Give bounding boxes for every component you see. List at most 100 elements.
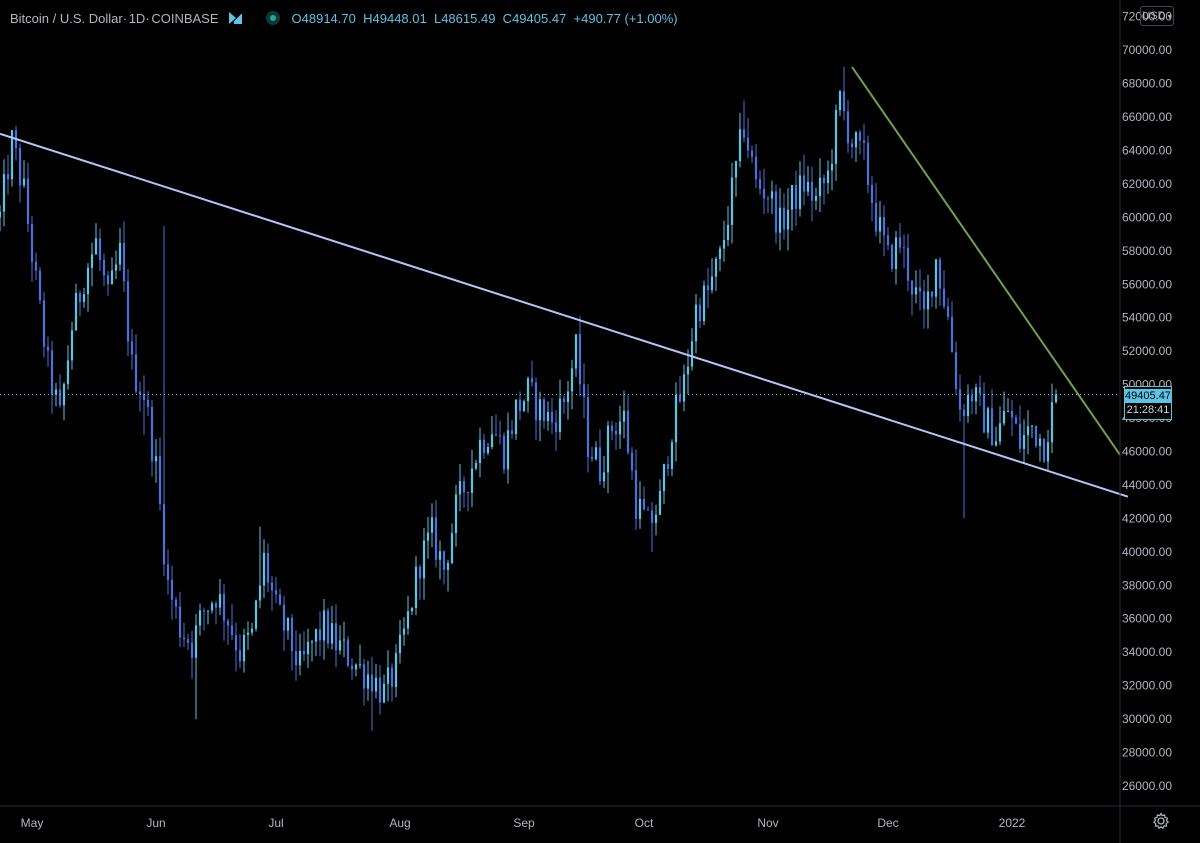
candle-body xyxy=(346,639,350,666)
low-value: 48615.49 xyxy=(441,10,496,26)
candle-body xyxy=(642,498,646,510)
candle-body xyxy=(226,620,230,626)
x-tick-label: May xyxy=(21,816,44,830)
currency-selector[interactable]: USD ▾ xyxy=(1140,6,1174,26)
candle-body xyxy=(734,161,738,178)
candle-body xyxy=(994,441,998,446)
candle-body xyxy=(390,667,394,688)
candle-body xyxy=(50,350,54,395)
y-tick-label: 52000.00 xyxy=(1122,344,1172,358)
candle-body xyxy=(526,378,530,402)
candle-body xyxy=(762,188,766,199)
candle-body xyxy=(714,258,718,277)
price-chart[interactable]: 26000.00 28000.00 30000.00 32000.00 34000.00… xyxy=(0,0,1200,843)
candle-body xyxy=(130,341,134,355)
candle-body xyxy=(874,203,878,232)
candle-body xyxy=(534,382,538,421)
candle-body xyxy=(174,599,178,607)
candle-body xyxy=(1042,438,1046,462)
bar-countdown: 21:28:41 xyxy=(1126,403,1170,416)
gear-icon[interactable] xyxy=(1152,812,1170,830)
y-tick-label: 44000.00 xyxy=(1122,478,1172,492)
candle-body xyxy=(914,287,918,295)
candle-body xyxy=(630,452,634,471)
candle-body xyxy=(86,267,90,295)
candle-body xyxy=(810,181,814,201)
candle-body xyxy=(606,425,610,473)
candle-body xyxy=(506,430,510,470)
candle-body xyxy=(210,603,214,611)
candle-body xyxy=(910,280,914,295)
candle-body xyxy=(186,639,190,643)
candle-body xyxy=(922,291,926,310)
candle-body xyxy=(46,346,50,351)
x-tick-label: Oct xyxy=(635,816,654,830)
open-value: 48914.70 xyxy=(301,10,356,26)
candle-body xyxy=(890,245,894,269)
candle-body xyxy=(430,517,434,533)
candle-body xyxy=(510,430,514,435)
y-tick-label: 66000.00 xyxy=(1122,110,1172,124)
candle-body xyxy=(78,293,82,302)
candle-body xyxy=(846,111,850,144)
candle-body xyxy=(442,551,446,570)
candle-body xyxy=(814,196,818,201)
candle-body xyxy=(122,242,126,282)
candle-body xyxy=(782,207,786,230)
candle-body xyxy=(682,374,686,402)
candle-body xyxy=(230,625,234,636)
candle-body xyxy=(1030,425,1034,427)
candle-body xyxy=(254,600,258,629)
candle-body xyxy=(894,237,898,269)
chevron-down-icon: ▾ xyxy=(1167,11,1172,21)
candle-body xyxy=(498,435,502,437)
y-tick-label: 40000.00 xyxy=(1122,545,1172,559)
candle-body xyxy=(598,447,602,482)
candle-body xyxy=(486,446,490,454)
candle-body xyxy=(694,304,698,342)
candle-body xyxy=(242,634,246,662)
symbol-name[interactable]: Bitcoin / U.S. Dollar xyxy=(10,11,123,26)
candle-body xyxy=(26,178,30,225)
candle-body xyxy=(402,628,406,635)
candle-body xyxy=(626,410,630,453)
candle-body xyxy=(398,634,402,654)
candle-body xyxy=(838,91,842,111)
y-tick-label: 42000.00 xyxy=(1122,511,1172,525)
candle-body xyxy=(70,330,74,361)
change-value: +490.77 (+1.00%) xyxy=(573,10,678,26)
interval-label[interactable]: 1D xyxy=(129,11,146,26)
candle-body xyxy=(38,270,42,301)
candle-body xyxy=(546,412,550,421)
candle-body xyxy=(818,177,822,197)
candle-body xyxy=(646,509,650,511)
y-tick-label: 30000.00 xyxy=(1122,712,1172,726)
candle-body xyxy=(730,177,734,225)
candle-body xyxy=(278,594,282,605)
candle-body xyxy=(918,287,922,292)
high-value: 49448.01 xyxy=(372,10,427,26)
candle-body xyxy=(554,422,558,432)
y-tick-label: 62000.00 xyxy=(1122,177,1172,191)
candle-body xyxy=(1014,417,1018,424)
candle-body xyxy=(290,617,294,652)
candle-body xyxy=(1018,423,1022,449)
flag-icon[interactable] xyxy=(228,12,242,24)
candle-body xyxy=(22,178,26,186)
candle-body xyxy=(778,207,782,233)
candle-body xyxy=(514,399,518,435)
candle-body xyxy=(102,259,106,276)
candle-body xyxy=(938,259,942,289)
candle-body xyxy=(0,211,2,218)
candle-body xyxy=(542,399,546,421)
candle-body xyxy=(610,425,614,431)
candle-body xyxy=(650,510,654,523)
candle-body xyxy=(562,398,566,403)
candle-body xyxy=(422,540,426,579)
candle-body xyxy=(786,209,790,230)
x-tick-label: Nov xyxy=(757,816,778,830)
candle-body xyxy=(830,163,834,171)
candle-body xyxy=(294,651,298,666)
exchange-label: COINBASE xyxy=(151,10,219,26)
open-label: O xyxy=(291,10,302,26)
